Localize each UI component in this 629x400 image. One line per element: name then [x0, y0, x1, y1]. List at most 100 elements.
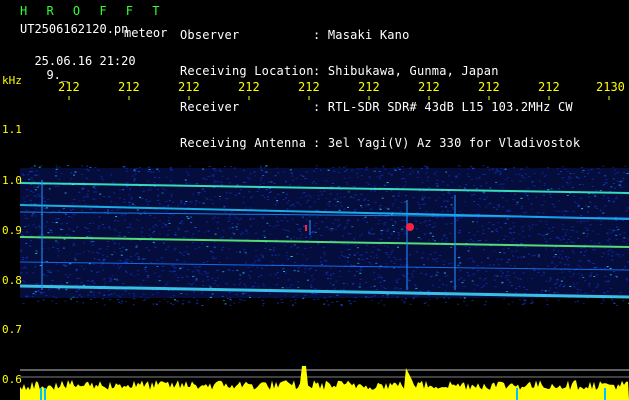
noise-speck: [565, 182, 568, 183]
noise-speck: [605, 179, 608, 181]
noise-speck: [35, 208, 38, 210]
noise-speck: [590, 272, 593, 274]
noise-speck: [599, 224, 602, 225]
noise-speck: [87, 190, 90, 192]
noise-speck: [592, 290, 594, 292]
noise-speck: [247, 212, 250, 214]
noise-speck: [239, 282, 242, 284]
noise-speck: [564, 263, 567, 265]
noise-speck: [343, 196, 346, 198]
noise-speck: [448, 297, 451, 299]
noise-speck: [623, 237, 626, 239]
noise-speck: [290, 284, 293, 286]
noise-speck: [299, 197, 302, 199]
noise-speck: [132, 203, 134, 205]
noise-speck: [161, 270, 164, 272]
noise-speck: [600, 220, 603, 222]
noise-speck: [514, 193, 516, 195]
date-label: 25.06.16 21:20: [34, 54, 136, 68]
noise-speck: [158, 170, 161, 172]
noise-speck: [26, 256, 29, 258]
noise-speck: [269, 233, 272, 235]
noise-speck: [329, 267, 332, 269]
noise-speck: [589, 201, 592, 203]
noise-speck: [317, 243, 320, 245]
noise-speck: [537, 254, 540, 256]
noise-speck: [525, 166, 528, 168]
noise-speck: [311, 232, 314, 234]
noise-speck: [612, 178, 615, 180]
noise-speck: [285, 272, 288, 274]
noise-speck: [90, 298, 92, 300]
noise-speck: [558, 188, 561, 190]
noise-speck: [331, 182, 334, 184]
noise-speck: [604, 205, 607, 207]
noise-speck: [508, 275, 510, 277]
noise-speck: [419, 207, 421, 209]
noise-speck: [126, 259, 129, 261]
noise-speck: [421, 256, 424, 258]
noise-speck: [594, 243, 597, 245]
noise-speck: [388, 256, 391, 258]
noise-speck: [89, 223, 91, 224]
noise-speck: [186, 216, 189, 218]
noise-speck: [565, 210, 567, 212]
noise-speck: [404, 219, 407, 221]
noise-speck: [336, 294, 339, 296]
noise-speck: [32, 293, 35, 295]
noise-speck: [276, 221, 279, 223]
noise-speck: [153, 217, 156, 219]
noise-speck: [376, 176, 379, 178]
noise-speck: [568, 176, 570, 178]
noise-speck: [548, 280, 551, 282]
image-filename: UT2506162120.pn: [20, 22, 129, 36]
noise-speck: [264, 247, 267, 249]
noise-speck: [48, 288, 50, 290]
noise-speck: [167, 220, 170, 221]
noise-speck: [60, 173, 63, 175]
noise-speck: [378, 267, 381, 269]
noise-speck: [370, 233, 373, 235]
noise-speck: [523, 302, 526, 304]
noise-speck: [193, 291, 196, 293]
noise-speck: [368, 183, 370, 185]
noise-speck: [542, 235, 545, 237]
noise-speck: [582, 232, 585, 234]
noise-speck: [572, 283, 575, 285]
noise-speck: [329, 193, 332, 195]
noise-speck: [253, 171, 256, 173]
noise-speck: [114, 219, 117, 221]
noise-speck: [262, 182, 265, 184]
noise-speck: [523, 299, 526, 301]
noise-speck: [89, 166, 92, 168]
noise-speck: [524, 247, 527, 248]
noise-speck: [93, 191, 96, 193]
noise-speck: [380, 230, 383, 232]
noise-speck: [338, 210, 341, 212]
time-tick-label: 212: [118, 80, 140, 94]
noise-speck: [583, 175, 586, 177]
noise-speck: [424, 233, 426, 235]
noise-speck: [21, 267, 24, 269]
noise-speck: [397, 195, 400, 197]
noise-speck: [148, 228, 151, 230]
noise-speck: [30, 184, 33, 186]
noise-speck: [465, 304, 468, 306]
noise-speck: [370, 286, 373, 288]
time-tick-label: 212: [478, 80, 500, 94]
noise-speck: [394, 223, 397, 225]
noise-speck: [570, 236, 573, 238]
noise-speck: [86, 227, 89, 229]
noise-speck: [201, 188, 204, 190]
noise-speck: [366, 258, 369, 259]
noise-speck: [549, 196, 552, 198]
noise-speck: [176, 259, 179, 260]
noise-speck: [562, 236, 565, 238]
noise-speck: [589, 261, 592, 263]
noise-speck: [313, 293, 316, 295]
noise-speck: [262, 303, 265, 305]
noise-speck: [443, 235, 446, 237]
noise-speck: [270, 181, 273, 183]
noise-speck: [33, 186, 36, 188]
noise-speck: [567, 183, 570, 185]
